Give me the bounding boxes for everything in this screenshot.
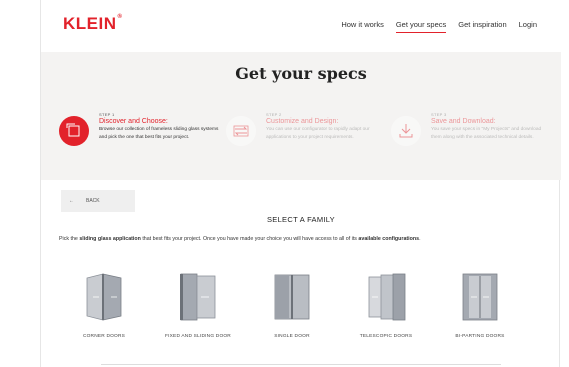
nav-get-inspiration[interactable]: Get inspiration	[458, 20, 506, 33]
family-label: BI-PARTING DOORS	[455, 334, 505, 339]
nav-how-it-works[interactable]: How it works	[341, 20, 384, 33]
family-label: SINGLE DOOR	[274, 334, 310, 339]
hero-section: Get your specs STEP 1 Discover and Choos…	[41, 52, 561, 180]
site-header: KLEIN® How it works Get your specs Get i…	[41, 0, 561, 52]
step-description: You can use our configurator to rapidly …	[266, 127, 370, 140]
nav-get-your-specs[interactable]: Get your specs	[395, 20, 447, 33]
square-stack-icon	[59, 116, 89, 146]
single-door-icon	[274, 274, 310, 320]
step-number: STEP 2	[266, 112, 282, 117]
back-label: BACK	[86, 198, 100, 204]
step-description: Browse our collection of frameless slidi…	[99, 127, 219, 140]
arrow-left-icon: ←	[69, 198, 74, 204]
nav-login[interactable]: Login	[519, 20, 537, 33]
family-label: TELESCOPIC DOORS	[359, 334, 413, 339]
corner-doors-icon	[86, 273, 122, 321]
step-title: Customize and Design:	[266, 118, 339, 125]
family-label: FIXED AND SLIDING DOOR	[165, 334, 231, 339]
section-title: SELECT A FAMILY	[266, 215, 335, 224]
fixed-sliding-door-icon	[180, 273, 216, 321]
step-number: STEP 3	[431, 112, 447, 117]
step-number: STEP 1	[99, 112, 115, 117]
family-instructions: Pick the sliding glass application that …	[59, 236, 421, 242]
step-description: You save your specs in "My Projects" and…	[431, 127, 542, 140]
step-title: Save and Download:	[431, 118, 496, 125]
download-tray-icon	[391, 116, 421, 146]
page-title: Get your specs	[235, 64, 367, 83]
telescopic-doors-icon	[368, 273, 406, 321]
arrows-cycle-icon	[226, 116, 256, 146]
bi-parting-doors-icon	[462, 273, 498, 321]
klein-logo[interactable]: KLEIN®	[63, 14, 122, 34]
main-nav: How it works Get your specs Get inspirat…	[341, 20, 537, 33]
back-button[interactable]: ← BACK	[61, 190, 135, 212]
page: KLEIN® How it works Get your specs Get i…	[40, 0, 561, 367]
family-label: CORNER DOORS	[82, 334, 126, 339]
step-title: Discover and Choose:	[99, 118, 168, 125]
divider	[101, 364, 501, 365]
